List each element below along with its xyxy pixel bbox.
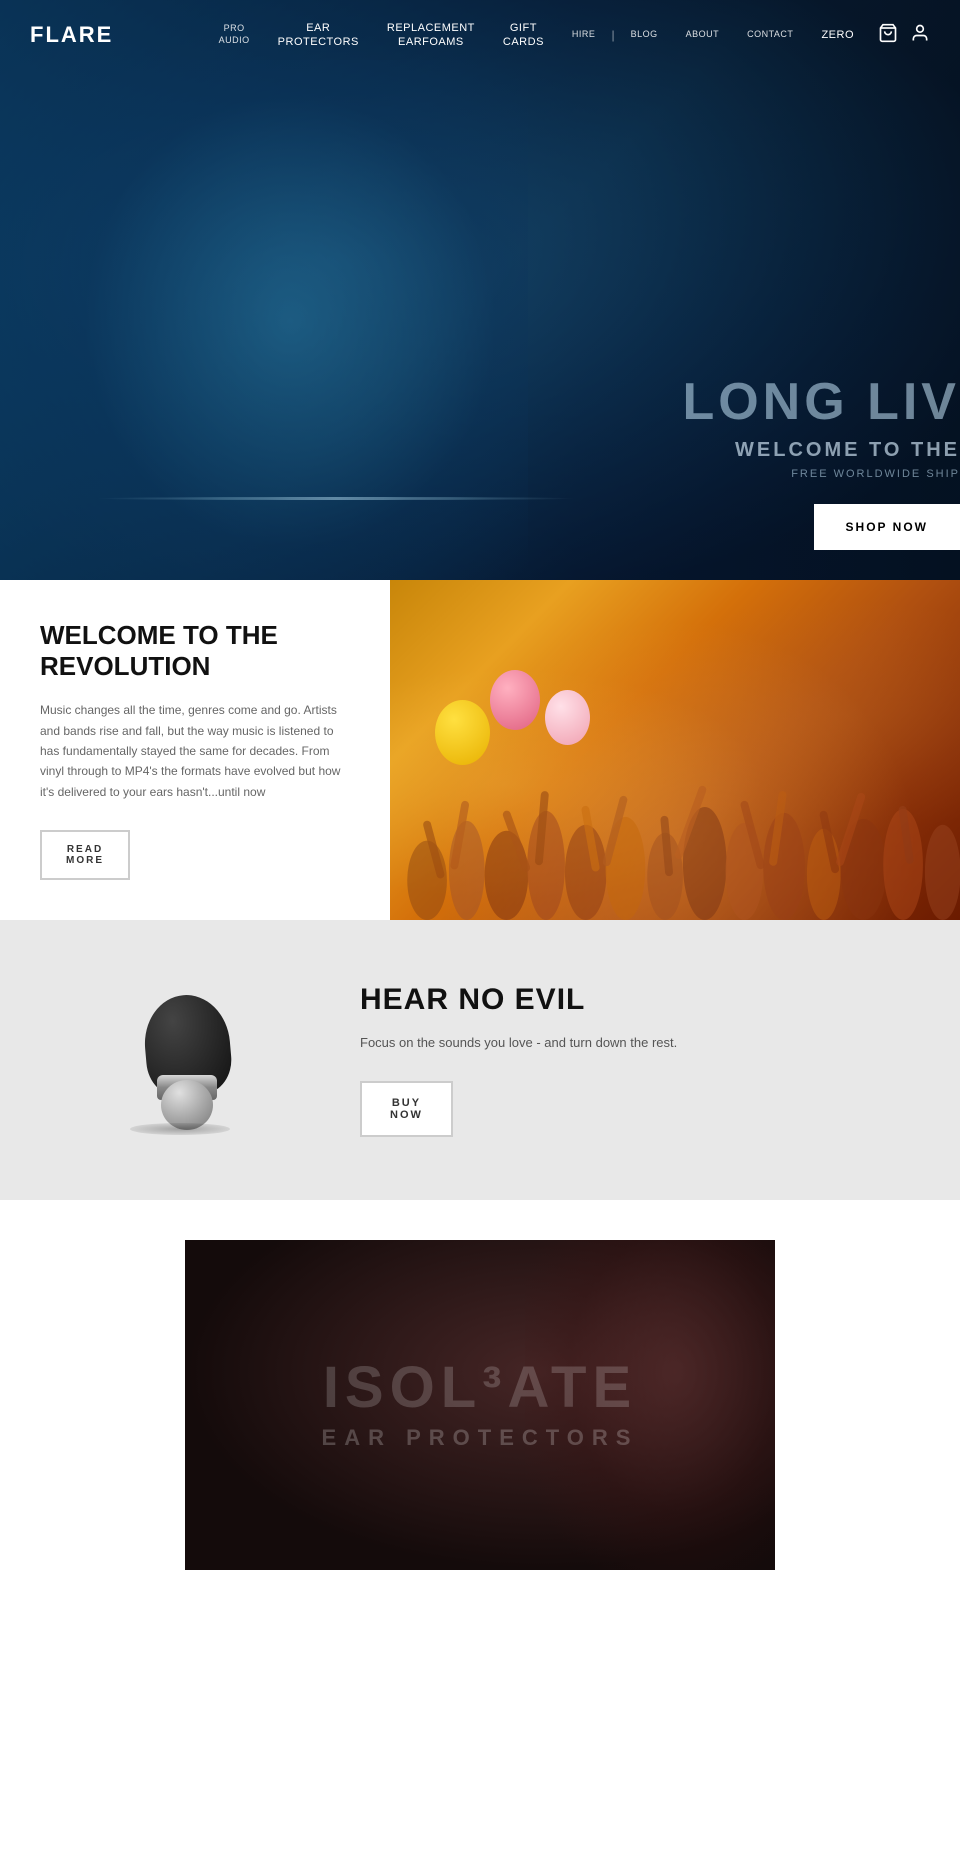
isolate-product-subtitle: EAR PROTECTORS bbox=[215, 1425, 746, 1451]
nav-icons bbox=[878, 23, 930, 48]
nav-item-pro-audio[interactable]: ProAudio bbox=[205, 23, 264, 46]
hero-subheadline: WELCOME TO THE bbox=[480, 439, 960, 462]
hero-overlay bbox=[0, 0, 960, 580]
hero-section: LONG LIV WELCOME TO THE FREE WORLDWIDE S… bbox=[0, 0, 960, 580]
isolate-card: ISOL³ATE EAR PROTECTORS bbox=[185, 1240, 775, 1570]
revolution-title: WELCOME TO THEREVOLUTION bbox=[40, 620, 350, 682]
nav-item-ear-protectors[interactable]: EarProtectors bbox=[264, 21, 373, 50]
site-header: FLARE ProAudio EarProtectors Replacement… bbox=[0, 0, 960, 70]
revolution-section: WELCOME TO THEREVOLUTION Music changes a… bbox=[0, 580, 960, 920]
main-nav: ProAudio EarProtectors ReplacementEarfoa… bbox=[205, 21, 868, 50]
account-button[interactable] bbox=[910, 23, 930, 48]
read-more-button[interactable]: READMORE bbox=[40, 830, 130, 880]
hero-content: LONG LIV WELCOME TO THE FREE WORLDWIDE S… bbox=[480, 374, 960, 480]
hear-title: HEAR NO EVIL bbox=[360, 983, 880, 1017]
hear-body: Focus on the sounds you love - and turn … bbox=[360, 1033, 880, 1054]
hero-headline: LONG LIV bbox=[480, 374, 960, 431]
nav-item-contact[interactable]: Contact bbox=[733, 29, 807, 41]
product-image bbox=[80, 980, 280, 1140]
isolate-product-name: ISOL³ATE bbox=[215, 1359, 746, 1417]
nav-item-hire[interactable]: Hire bbox=[558, 29, 610, 41]
cart-button[interactable] bbox=[878, 23, 898, 48]
revolution-image bbox=[390, 580, 960, 920]
crowd-svg bbox=[390, 682, 960, 920]
nav-item-blog[interactable]: Blog bbox=[617, 29, 672, 41]
earplug-product bbox=[100, 990, 260, 1130]
revolution-body: Music changes all the time, genres come … bbox=[40, 700, 350, 802]
nav-item-about[interactable]: About bbox=[672, 29, 734, 41]
hear-no-evil-text: HEAR NO EVIL Focus on the sounds you lov… bbox=[360, 983, 880, 1138]
hero-necklace-detail bbox=[96, 497, 576, 500]
earplug-shadow bbox=[130, 1123, 230, 1135]
hear-no-evil-section: HEAR NO EVIL Focus on the sounds you lov… bbox=[0, 920, 960, 1200]
isolate-section: ISOL³ATE EAR PROTECTORS bbox=[0, 1200, 960, 1610]
buy-now-button[interactable]: BUYNOW bbox=[360, 1081, 453, 1137]
nav-item-gift-cards[interactable]: GiftCards bbox=[489, 21, 558, 50]
nav-item-zero[interactable]: Zero bbox=[807, 28, 868, 42]
brand-logo[interactable]: FLARE bbox=[30, 22, 113, 48]
hero-shipping-text: FREE WORLDWIDE SHIP bbox=[480, 468, 960, 480]
isolate-text: ISOL³ATE EAR PROTECTORS bbox=[215, 1359, 746, 1451]
nav-divider-1: | bbox=[609, 28, 616, 42]
nav-item-replacement-earfoams[interactable]: ReplacementEarfoams bbox=[373, 21, 489, 50]
shop-now-button[interactable]: SHOP NOW bbox=[814, 504, 960, 550]
hero-cta: SHOP NOW bbox=[814, 504, 960, 550]
revolution-text-panel: WELCOME TO THEREVOLUTION Music changes a… bbox=[0, 580, 390, 920]
